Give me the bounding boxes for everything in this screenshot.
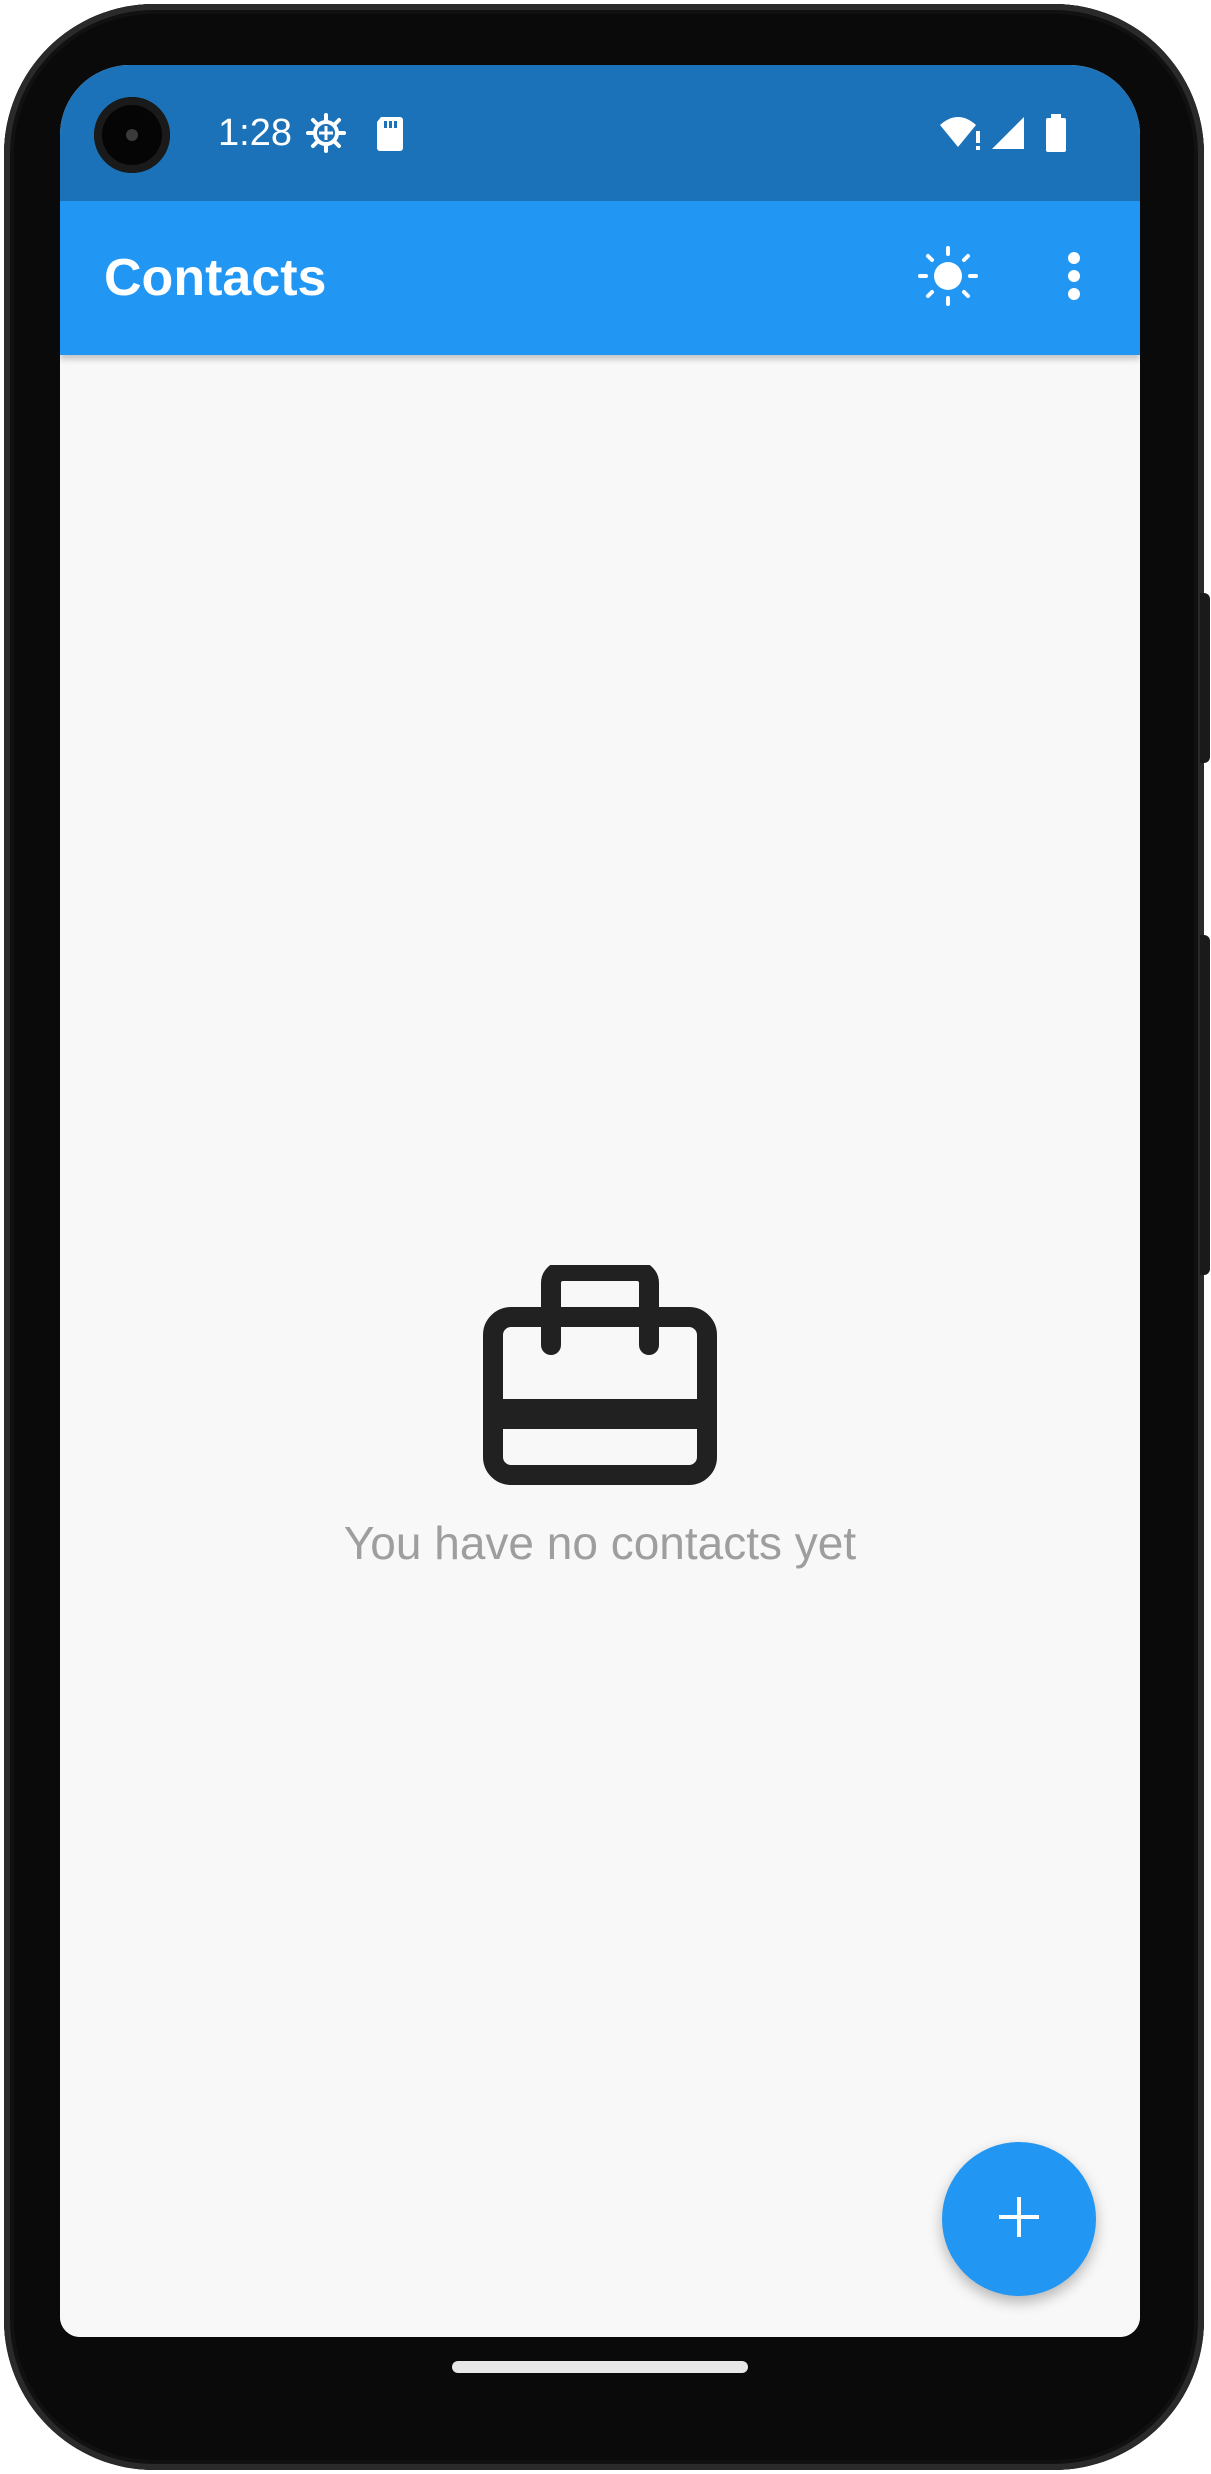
sun-icon <box>916 244 980 313</box>
power-button <box>1200 593 1210 763</box>
settings-gear-icon <box>306 113 346 153</box>
more-vert-icon <box>1064 246 1084 311</box>
overflow-menu-button[interactable] <box>1034 238 1114 318</box>
empty-state-message: You have no contacts yet <box>343 1517 857 1569</box>
add-contact-button[interactable] <box>942 2142 1096 2296</box>
theme-toggle-button[interactable] <box>908 238 988 318</box>
status-bar: 1:28 <box>60 65 1140 201</box>
front-camera <box>94 97 170 173</box>
home-indicator[interactable] <box>452 2361 748 2373</box>
sd-card-icon <box>370 113 410 153</box>
toolbox-icon <box>483 1261 717 1485</box>
app-bar: Contacts <box>60 201 1140 355</box>
phone-frame: 1:28 Contacts You have no contacts yet <box>0 0 1211 2474</box>
contact-list-area: You have no contacts yet <box>60 355 1140 2337</box>
wifi-alert-icon <box>938 113 986 153</box>
plus-icon <box>997 2195 1041 2244</box>
screen: 1:28 Contacts You have no contacts yet <box>60 65 1140 2337</box>
volume-button <box>1200 935 1210 1275</box>
battery-icon <box>1042 113 1070 153</box>
cell-signal-icon <box>988 113 1028 153</box>
page-title: Contacts <box>104 249 327 307</box>
status-time: 1:28 <box>218 112 292 154</box>
